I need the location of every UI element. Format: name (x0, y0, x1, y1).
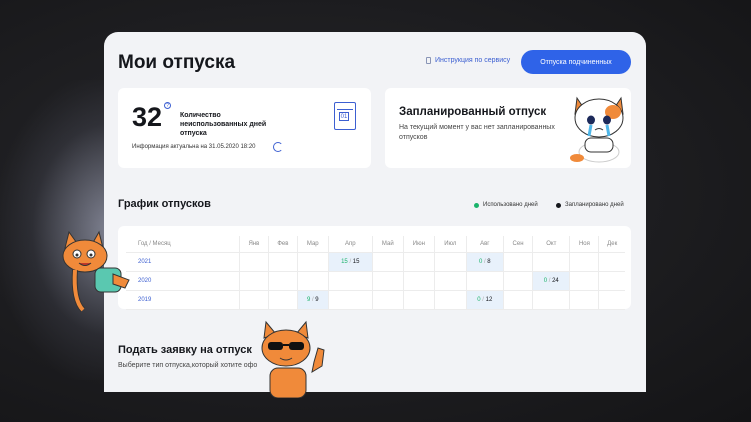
year-cell[interactable]: 2021 (126, 252, 240, 272)
month-cell (371, 271, 404, 291)
month-cell (402, 252, 435, 272)
legend-used-label: Использовано дней (483, 202, 538, 208)
month-cell (532, 290, 570, 310)
unused-days-card: 32 ? Количество неиспользованных дней от… (118, 88, 371, 168)
vacation-panel: Мои отпуска Инструкция по сервису Отпуск… (104, 32, 646, 392)
month-cell (598, 271, 625, 291)
month-cell (569, 252, 599, 272)
waving-cat-illustration (62, 230, 130, 312)
refresh-icon[interactable] (273, 142, 283, 152)
legend-planned: Запланировано дней (556, 202, 624, 208)
unused-days-count: 32 (132, 102, 163, 132)
unused-days-label: Количество неиспользованных дней отпуска (180, 112, 267, 137)
help-link-label: Инструкция по сервису (435, 57, 511, 64)
table-header-year: Год / Месяц (126, 236, 240, 253)
month-cell (296, 252, 329, 272)
month-header-1: Фев (267, 236, 298, 253)
month-header-5: Июн (402, 236, 435, 253)
legend-used: Использовано дней (474, 202, 538, 208)
month-cell (327, 271, 373, 291)
page-title: Мои отпуска (118, 52, 236, 73)
month-cell (569, 290, 599, 310)
month-cell[interactable]: 0 / 8 (465, 252, 504, 272)
month-cell (267, 252, 298, 272)
month-cell (327, 290, 373, 310)
month-cell (503, 252, 533, 272)
table-row: 2019 9 / 9 0 / 12 (126, 290, 625, 310)
apply-subtitle: Выберите тип отпуска,который хотите офо (118, 362, 258, 369)
calendar-day: 01 (339, 112, 349, 121)
month-cell (503, 271, 533, 291)
help-link[interactable]: Инструкция по сервису (426, 57, 510, 64)
month-cell (532, 252, 570, 272)
month-cell (434, 290, 467, 310)
month-cell (239, 252, 269, 272)
planned-dot-icon (556, 202, 561, 208)
month-cell[interactable]: 0 / 12 (465, 290, 504, 310)
sunglasses-cat-illustration (261, 320, 325, 398)
info-timestamp: Информация актуальна на 31.05.2020 18:20 (132, 144, 256, 150)
sad-cat-illustration (570, 96, 624, 163)
month-cell (569, 271, 599, 291)
month-cell (296, 271, 329, 291)
month-cell[interactable]: 15 / 15 (327, 252, 373, 272)
month-cell[interactable]: 9 / 9 (296, 290, 329, 310)
schedule-table: Год / Месяц Янв Фев Мар Апр Май Июн Июл Авг Сен Ок… (126, 236, 625, 310)
calendar-icon: 01 (334, 102, 356, 130)
subordinates-button[interactable]: Отпуска подчиненных (521, 50, 631, 74)
table-row: 2021 15 / 15 0 / 8 (126, 252, 625, 272)
month-cell (267, 271, 298, 291)
year-cell[interactable]: 2019 (126, 290, 240, 310)
month-header-3: Апр (327, 236, 373, 253)
month-cell (598, 290, 625, 310)
used-dot-icon (474, 202, 479, 208)
month-cell (371, 252, 404, 272)
month-cell (239, 271, 269, 291)
month-cell (402, 290, 435, 310)
help-icon[interactable]: ? (164, 102, 171, 109)
planned-text: На текущий момент у вас нет запланирован… (399, 124, 555, 141)
month-header-11: Дек (598, 236, 625, 253)
month-cell (239, 290, 269, 310)
month-cell (402, 271, 435, 291)
table-row: 2020 0 / 24 (126, 271, 625, 291)
month-cell (503, 290, 533, 310)
month-cell (465, 271, 504, 291)
schedule-table-card: Год / Месяц Янв Фев Мар Апр Май Июн Июл Авг Сен Ок… (118, 226, 631, 310)
month-header-7: Авг (465, 236, 504, 253)
month-cell[interactable]: 0 / 24 (532, 271, 570, 291)
month-cell (434, 252, 467, 272)
month-cell (598, 252, 625, 272)
year-cell[interactable]: 2020 (126, 271, 240, 291)
planned-title: Запланированный отпуск (399, 106, 547, 118)
schedule-title: График отпусков (118, 198, 211, 210)
document-icon (426, 57, 431, 64)
month-cell (434, 271, 467, 291)
month-cell (267, 290, 298, 310)
month-header-6: Июл (434, 236, 467, 253)
month-cell (371, 290, 404, 310)
month-header-0: Янв (239, 236, 269, 253)
month-header-10: Ноя (569, 236, 599, 253)
legend-planned-label: Запланировано дней (565, 202, 624, 208)
apply-title: Подать заявку на отпуск (118, 344, 252, 356)
month-header-2: Мар (296, 236, 329, 253)
month-header-8: Сен (503, 236, 533, 253)
month-header-9: Окт (532, 236, 570, 253)
month-header-4: Май (371, 236, 404, 253)
